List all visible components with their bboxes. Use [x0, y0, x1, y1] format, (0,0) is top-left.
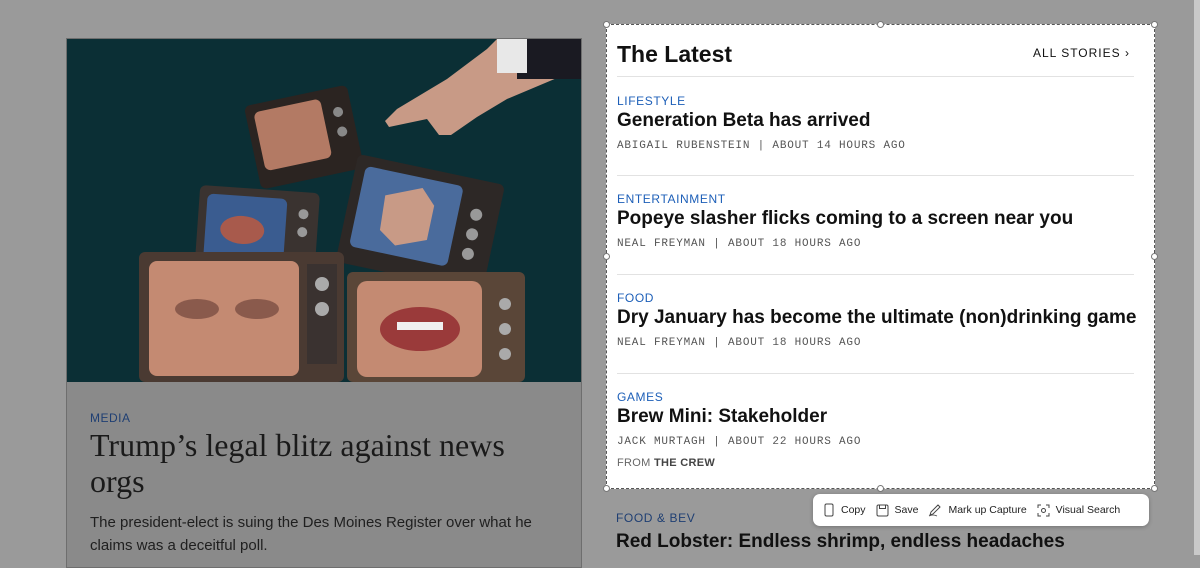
save-icon — [876, 504, 889, 516]
all-stories-link[interactable]: ALL STORIES › — [1033, 46, 1130, 60]
markup-capture-button[interactable]: Mark up Capture — [928, 503, 1027, 517]
featured-summary: The president-elect is suing the Des Moi… — [90, 514, 532, 554]
visual-search-button[interactable]: Visual Search — [1037, 504, 1121, 517]
story-byline: ABIGAIL RUBENSTEIN | ABOUT 14 HOURS AGO — [617, 140, 906, 152]
latest-header: The Latest ALL STORIES › — [617, 39, 1134, 77]
latest-panel: The Latest ALL STORIES › LIFESTYLE Gener… — [603, 21, 1158, 492]
featured-category[interactable]: MEDIA — [90, 411, 131, 425]
selection-handle[interactable] — [603, 485, 610, 492]
story-category[interactable]: FOOD — [617, 291, 654, 305]
featured-headline[interactable]: Trump’s legal blitz against news orgs — [90, 427, 560, 499]
selection-handle[interactable] — [877, 485, 884, 492]
story-headline[interactable]: Popeye slasher flicks coming to a screen… — [617, 208, 1073, 230]
markup-capture-label: Mark up Capture — [948, 504, 1027, 516]
featured-story-card[interactable]: MEDIA Trump’s legal blitz against news o… — [66, 38, 582, 568]
capture-toolbar: Copy Save Mark up Capture Visual Search — [813, 494, 1149, 526]
selection-handle[interactable] — [877, 21, 884, 28]
story-source-prefix: FROM — [617, 457, 651, 469]
selection-handle[interactable] — [1151, 21, 1158, 28]
next-story-headline[interactable]: Red Lobster: Endless shrimp, endless hea… — [616, 531, 1065, 553]
story-byline: NEAL FREYMAN | ABOUT 18 HOURS AGO — [617, 337, 862, 349]
story-headline[interactable]: Brew Mini: Stakeholder — [617, 406, 827, 428]
visual-search-icon — [1037, 504, 1050, 516]
story-source[interactable]: FROM THE CREW — [617, 457, 715, 469]
pen-icon — [929, 504, 942, 517]
story-byline: JACK MURTAGH | ABOUT 22 HOURS AGO — [617, 436, 862, 448]
selection-handle[interactable] — [1151, 253, 1158, 260]
visual-search-label: Visual Search — [1055, 504, 1121, 516]
story-category[interactable]: LIFESTYLE — [617, 94, 686, 108]
story-category[interactable]: GAMES — [617, 390, 663, 404]
latest-title: The Latest — [617, 41, 733, 67]
story-item[interactable]: FOOD Dry January has become the ultimate… — [617, 291, 1136, 374]
copy-icon — [824, 503, 834, 517]
next-story-category[interactable]: FOOD & BEV — [616, 511, 695, 525]
copy-button[interactable]: Copy — [823, 503, 866, 517]
story-category[interactable]: ENTERTAINMENT — [617, 192, 726, 206]
selection-handle[interactable] — [1151, 485, 1158, 492]
story-item[interactable]: ENTERTAINMENT Popeye slasher flicks comi… — [617, 192, 1134, 275]
all-stories-label: ALL STORIES — [1032, 46, 1121, 60]
copy-label: Copy — [841, 504, 866, 516]
window-edge — [1194, 0, 1200, 555]
selection-handle[interactable] — [603, 253, 610, 260]
save-label: Save — [894, 504, 919, 516]
story-source-name[interactable]: THE CREW — [654, 457, 715, 469]
story-headline[interactable]: Dry January has become the ultimate (non… — [617, 307, 1136, 329]
story-headline[interactable]: Generation Beta has arrived — [617, 110, 870, 132]
story-byline: NEAL FREYMAN | ABOUT 18 HOURS AGO — [617, 238, 862, 250]
chevron-right-icon: › — [1125, 46, 1130, 60]
save-button[interactable]: Save — [876, 504, 919, 517]
story-item[interactable]: LIFESTYLE Generation Beta has arrived AB… — [617, 94, 1134, 176]
selection-handle[interactable] — [603, 21, 610, 28]
featured-image — [67, 39, 581, 382]
story-item[interactable]: GAMES Brew Mini: Stakeholder JACK MURTAG… — [617, 390, 1134, 480]
